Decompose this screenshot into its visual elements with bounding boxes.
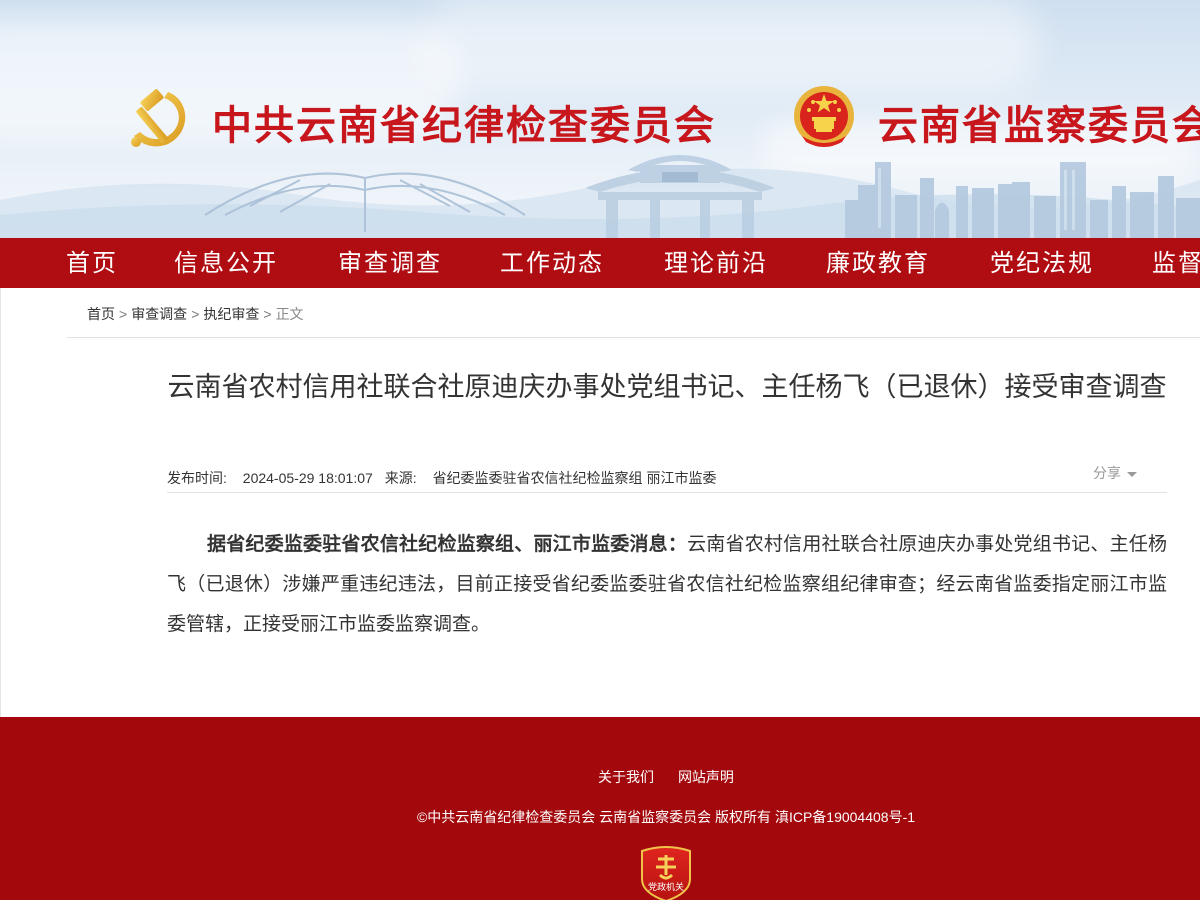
title-ccdi-yunnan: 中共云南省纪律检查委员会 [212, 103, 716, 149]
breadcrumb-home[interactable]: 首页 [87, 306, 115, 322]
article-container: 首页 > 审查调查 > 执纪审查 > 正文 云南省农村信用社联合社原迪庆办事处党组书记、主任… [0, 288, 1200, 717]
article-meta: 发布时间: 2024-05-29 18:01:07 来源: 省纪委监委驻省农信社纪… [167, 468, 716, 488]
national-emblem-icon [794, 86, 854, 147]
source-label: 来源: [384, 470, 417, 486]
share-label: 分享 [1093, 465, 1121, 481]
source: 来源: 省纪委监委驻省农信社纪检监察组 丽江市监委 [385, 470, 717, 486]
nav-item-integrity-education[interactable]: 廉政教育 [826, 238, 930, 288]
breadcrumb-current: 正文 [275, 306, 304, 322]
caret-down-icon [1127, 471, 1137, 477]
nav-item-info-disclosure[interactable]: 信息公开 [174, 238, 278, 288]
publish-time-value: 2024-05-29 18:01:07 [242, 470, 373, 486]
breadcrumb-separator: > [191, 306, 200, 322]
party-government-badge-icon[interactable]: 党政机关 [638, 845, 694, 900]
nav-item-home[interactable]: 首页 [66, 238, 118, 288]
header-banner: 中共云南省纪律检查委员会 云南省监察委员会 [0, 0, 1200, 238]
publish-time: 发布时间: 2024-05-29 18:01:07 [167, 470, 373, 486]
source-value: 省纪委监委驻省农信社纪检监察组 丽江市监委 [432, 470, 717, 486]
breadcrumb: 首页 > 审查调查 > 执纪审查 > 正文 [87, 304, 304, 324]
breadcrumb-separator: > [119, 306, 128, 322]
nav-item-party-regulations[interactable]: 党纪法规 [990, 238, 1094, 288]
footer-links: 关于我们 网站声明 [0, 767, 1200, 787]
badge-label: 党政机关 [648, 881, 684, 893]
hammer-sickle-icon [131, 89, 186, 147]
footer: 关于我们 网站声明 ©中共云南省纪律检查委员会 云南省监察委员会 版权所有 滇I… [0, 717, 1200, 900]
footer-link-about[interactable]: 关于我们 [598, 769, 654, 785]
share-button[interactable]: 分享 [1093, 463, 1137, 483]
article-body: 据省纪委监委驻省农信社纪检监察组、丽江市监委消息：云南省农村信用社联合社原迪庆办… [167, 524, 1167, 644]
main-nav: 首页 信息公开 审查调查 工作动态 理论前沿 廉政教育 党纪法规 监督 [0, 238, 1200, 288]
copyright: ©中共云南省纪律检查委员会 云南省监察委员会 版权所有 滇ICP备1900440… [416, 809, 916, 825]
publish-time-label: 发布时间: [167, 470, 227, 486]
article-lead: 据省纪委监委驻省农信社纪检监察组、丽江市监委消息： [207, 533, 688, 555]
nav-item-supervision[interactable]: 监督 [1152, 238, 1200, 288]
title-supervision-yunnan: 云南省监察委员会 [878, 103, 1200, 149]
article-title: 云南省农村信用社联合社原迪庆办事处党组书记、主任杨飞（已退休）接受审查调查 [167, 372, 1167, 403]
breadcrumb-disciplinary-review[interactable]: 执纪审查 [203, 306, 259, 322]
nav-item-work-news[interactable]: 工作动态 [500, 238, 604, 288]
breadcrumb-review-investigation[interactable]: 审查调查 [131, 306, 187, 322]
divider [67, 337, 1200, 338]
breadcrumb-separator: > [263, 306, 272, 322]
divider [167, 492, 1167, 493]
nav-item-theory[interactable]: 理论前沿 [664, 238, 768, 288]
nav-item-review-investigation[interactable]: 审查调查 [338, 238, 442, 288]
footer-link-statement[interactable]: 网站声明 [678, 769, 734, 785]
